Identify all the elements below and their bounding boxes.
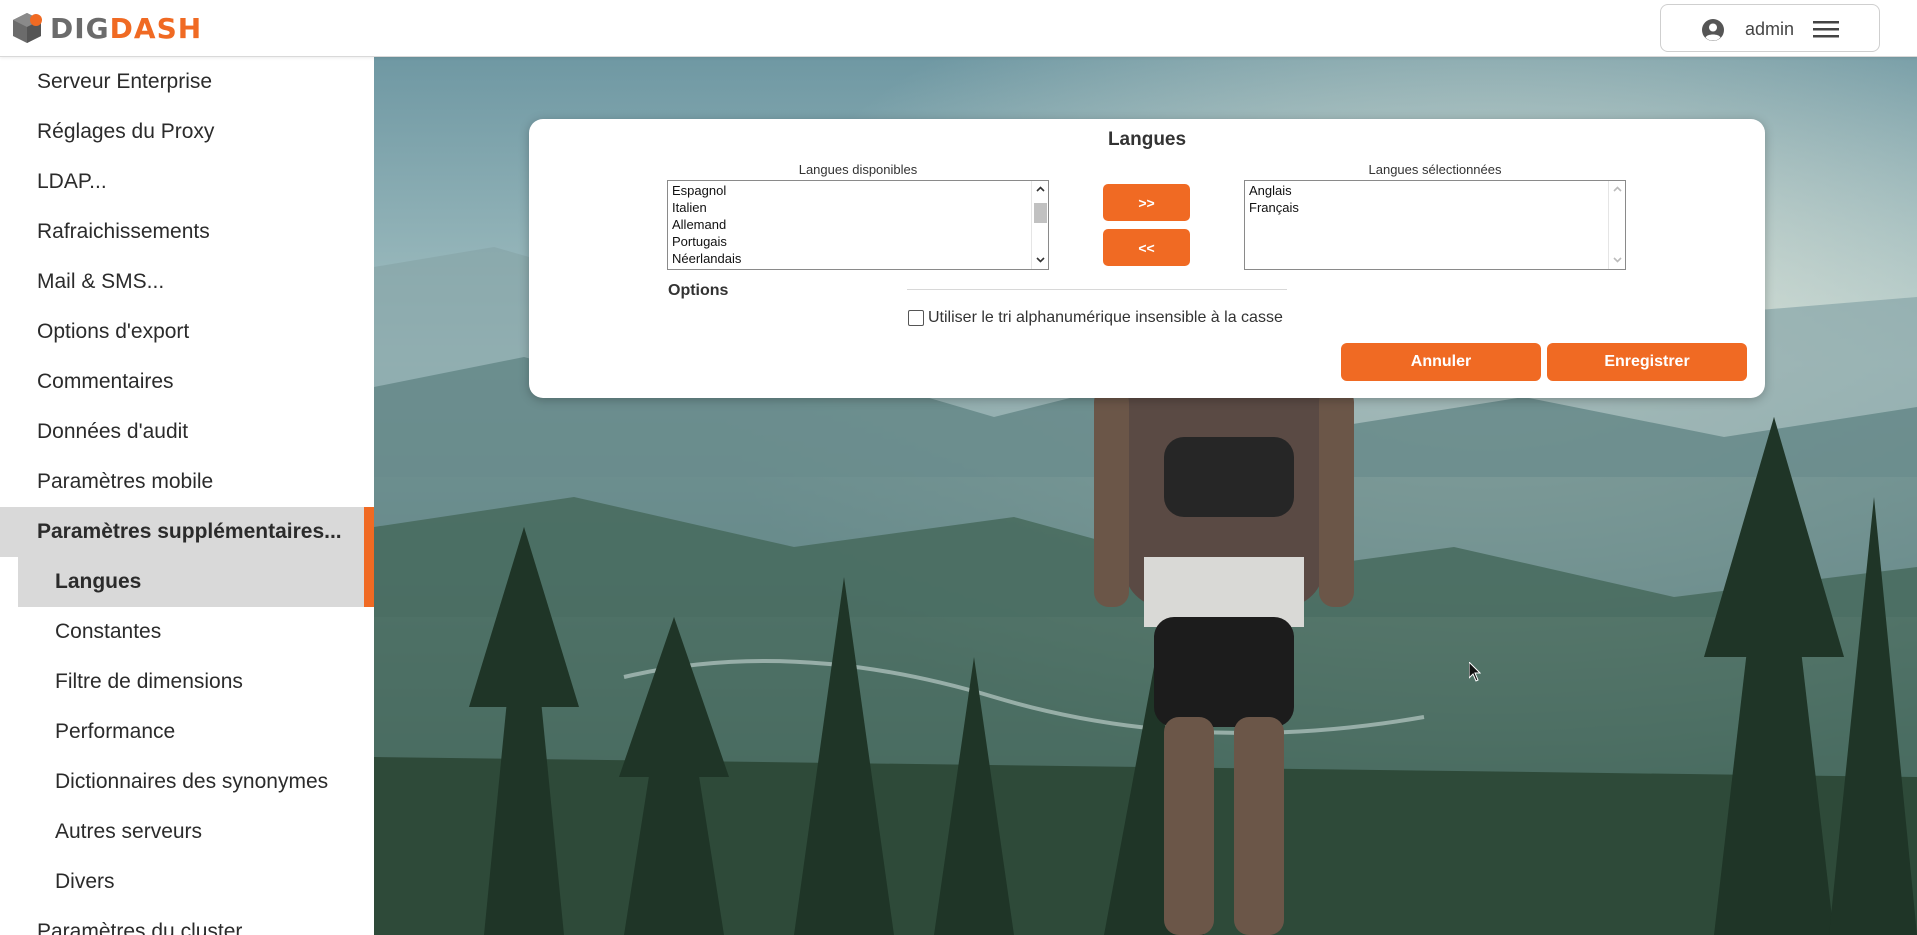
- sidebar-subitem-performance[interactable]: Performance: [0, 707, 374, 757]
- user-menu-button[interactable]: admin: [1660, 4, 1880, 52]
- available-list-scrollbar[interactable]: [1031, 181, 1048, 269]
- sidebar-item-serveur-enterprise[interactable]: Serveur Enterprise: [0, 57, 374, 107]
- cancel-button[interactable]: Annuler: [1341, 343, 1541, 381]
- scroll-up-icon[interactable]: [1612, 184, 1623, 195]
- digdash-logo[interactable]: DIGDASH: [10, 10, 202, 46]
- list-item[interactable]: Allemand: [672, 216, 726, 233]
- list-item[interactable]: Portugais: [672, 233, 727, 250]
- list-item[interactable]: Espagnol: [672, 182, 726, 199]
- sidebar-item-parametres-supplementaires[interactable]: Paramètres supplémentaires...: [0, 507, 374, 557]
- list-item[interactable]: Anglais: [1249, 182, 1292, 199]
- sidebar-subitem-filtre-dimensions[interactable]: Filtre de dimensions: [0, 657, 374, 707]
- options-divider: [907, 289, 1287, 290]
- available-languages-list[interactable]: Espagnol Italien Allemand Portugais Néer…: [667, 180, 1049, 270]
- case-insensitive-sort-label[interactable]: Utiliser le tri alphanumérique insensibl…: [928, 309, 1283, 327]
- case-insensitive-sort-checkbox[interactable]: [908, 310, 924, 326]
- sidebar-item-parametres-mobile[interactable]: Paramètres mobile: [0, 457, 374, 507]
- list-item[interactable]: Français: [1249, 199, 1299, 216]
- sidebar-subitem-langues[interactable]: Langues: [18, 557, 374, 607]
- sidebar-item-rafraichissements[interactable]: Rafraichissements: [0, 207, 374, 257]
- sidebar-subitem-autres-serveurs[interactable]: Autres serveurs: [0, 807, 374, 857]
- selected-list-scrollbar[interactable]: [1608, 181, 1625, 269]
- options-section-label: Options: [668, 282, 729, 299]
- scroll-thumb[interactable]: [1034, 203, 1047, 223]
- save-button[interactable]: Enregistrer: [1547, 343, 1747, 381]
- selected-languages-list[interactable]: Anglais Français: [1244, 180, 1626, 270]
- dialog-title: Langues: [1107, 129, 1187, 150]
- sidebar-item-options-export[interactable]: Options d'export: [0, 307, 374, 357]
- user-name: admin: [1745, 19, 1795, 39]
- sidebar-subitem-constantes[interactable]: Constantes: [0, 607, 374, 657]
- remove-language-button[interactable]: <<: [1103, 229, 1190, 266]
- sidebar-item-donnees-audit[interactable]: Données d'audit: [0, 407, 374, 457]
- case-insensitive-sort-option[interactable]: Utiliser le tri alphanumérique insensibl…: [908, 309, 1283, 327]
- available-languages-label: Langues disponibles: [798, 162, 918, 177]
- sidebar-subitem-dictionnaires-synonymes[interactable]: Dictionnaires des synonymes: [0, 757, 374, 807]
- logo-text-dig: DIG: [50, 11, 110, 45]
- add-language-button[interactable]: >>: [1103, 184, 1190, 221]
- languages-dialog: Langues Langues disponibles Espagnol Ita…: [529, 119, 1765, 398]
- settings-sidebar: Serveur Enterprise Réglages du Proxy LDA…: [0, 57, 374, 935]
- hamburger-menu-icon[interactable]: [1813, 19, 1839, 39]
- sidebar-item-mail-sms[interactable]: Mail & SMS...: [0, 257, 374, 307]
- selected-languages-label: Langues sélectionnées: [1368, 162, 1502, 177]
- list-item[interactable]: Néerlandais: [672, 250, 741, 267]
- scroll-down-icon[interactable]: [1612, 254, 1623, 265]
- sidebar-subitem-divers[interactable]: Divers: [0, 857, 374, 907]
- list-item[interactable]: Italien: [672, 199, 707, 216]
- scroll-down-icon[interactable]: [1035, 254, 1046, 265]
- logo-cube-icon: [13, 13, 42, 43]
- user-avatar-icon: [1702, 19, 1724, 41]
- logo-text-dash: DASH: [109, 11, 203, 45]
- sidebar-item-commentaires[interactable]: Commentaires: [0, 357, 374, 407]
- scroll-up-icon[interactable]: [1035, 184, 1046, 195]
- sidebar-item-reglages-proxy[interactable]: Réglages du Proxy: [0, 107, 374, 157]
- sidebar-item-ldap[interactable]: LDAP...: [0, 157, 374, 207]
- mouse-cursor-icon: [1469, 662, 1481, 682]
- top-header: DIGDASH admin: [0, 0, 1917, 57]
- sidebar-item-parametres-cluster[interactable]: Paramètres du cluster: [0, 907, 374, 935]
